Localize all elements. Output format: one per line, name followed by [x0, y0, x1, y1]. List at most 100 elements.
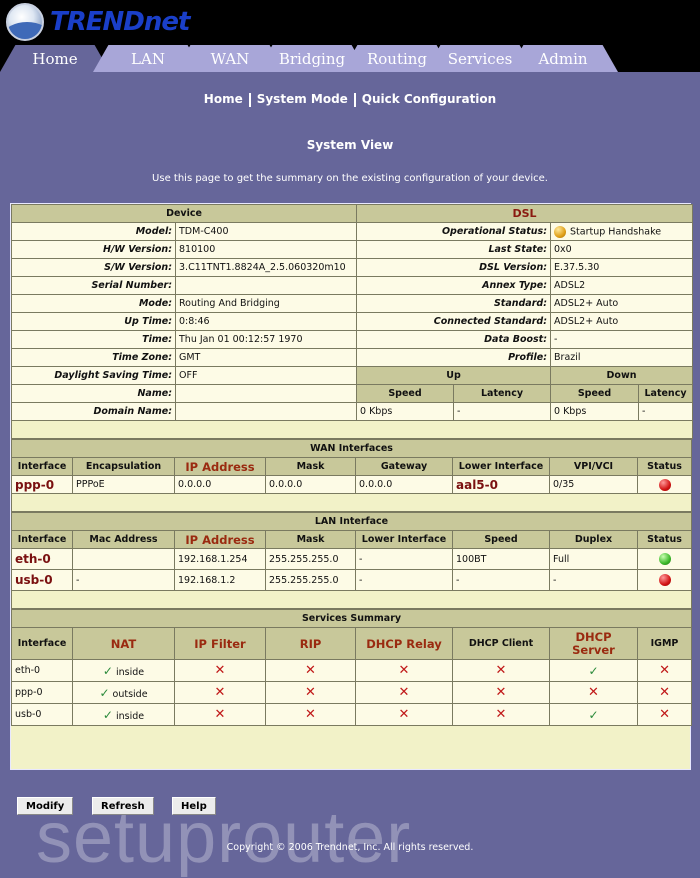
wan-encapsulation: PPPoE — [72, 475, 175, 494]
dsl-header: DSL — [356, 204, 694, 223]
annex-type-label: Annex Type: — [356, 276, 552, 295]
spacer — [10, 420, 694, 439]
check-icon: ✓ — [588, 707, 599, 722]
lan-interface-link[interactable]: usb-0 — [15, 573, 53, 587]
wan-gateway: 0.0.0.0 — [355, 475, 453, 494]
wan-col-status: Status — [636, 457, 693, 476]
svc-col-nat[interactable]: NAT — [72, 627, 175, 660]
check-icon: ✓ — [99, 685, 110, 700]
wan-header: WAN Interfaces — [10, 439, 693, 458]
lan-lower-interface: - — [355, 569, 453, 591]
status-green-icon — [658, 553, 671, 565]
lan-speed: - — [452, 569, 550, 591]
nat-mode: outside — [112, 688, 148, 700]
serial-number-label: Serial Number: — [11, 276, 176, 295]
dsl-version-label: DSL Version: — [356, 258, 552, 277]
table-row: eth-0 ✓ inside ✕ ✕ ✕ ✕ ✓ ✕ — [11, 659, 693, 682]
brand-name: TRENDnet — [50, 7, 190, 37]
subnav-quick-configuration[interactable]: Quick Configuration — [362, 92, 496, 106]
tab-home[interactable]: Home — [0, 45, 110, 72]
lan-mac: - — [72, 569, 175, 591]
lan-ip: 192.168.1.2 — [174, 569, 266, 591]
up-latency-header: Latency — [453, 384, 552, 403]
subnav-separator — [248, 92, 251, 107]
svc-col-igmp: IGMP — [636, 627, 693, 660]
up-time-value: 0:8:46 — [174, 312, 358, 331]
spacer — [11, 590, 692, 609]
sw-version-label: S/W Version: — [11, 258, 176, 277]
svc-col-dhcp-server[interactable]: DHCP Server — [549, 627, 638, 660]
down-speed-header: Speed — [550, 384, 640, 403]
device-header: Device — [10, 204, 358, 223]
up-speed-header: Speed — [356, 384, 455, 403]
wan-lower-interface-link[interactable]: aal5-0 — [456, 478, 498, 492]
tab-admin[interactable]: Admin — [508, 45, 618, 72]
table-row: eth-0 192.168.1.254 255.255.255.0 - 100B… — [11, 548, 692, 570]
modify-button[interactable]: Modify — [17, 797, 74, 815]
main-tabs: Home LAN WAN Bridging Routing Services A… — [0, 45, 700, 72]
cross-icon: ✕ — [214, 685, 226, 700]
wan-interface-link[interactable]: ppp-0 — [15, 478, 54, 492]
lan-duplex: - — [549, 569, 638, 591]
profile-label: Profile: — [356, 348, 552, 367]
lan-mask: 255.255.255.0 — [265, 569, 356, 591]
wan-col-encapsulation: Encapsulation — [72, 457, 175, 476]
cross-icon: ✕ — [659, 685, 670, 700]
services-summary-table: Services Summary Interface NAT IP Filter… — [10, 609, 693, 726]
domain-name-label: Domain Name: — [11, 402, 176, 421]
check-icon: ✓ — [102, 663, 113, 678]
hw-version-value: 810100 — [174, 240, 358, 259]
cross-icon: ✕ — [305, 685, 316, 700]
subnav-system-mode[interactable]: System Mode — [257, 92, 348, 106]
last-state-value: 0x0 — [550, 240, 694, 259]
subnav-home[interactable]: Home — [204, 92, 243, 106]
lan-col-lower-interface: Lower Interface — [355, 530, 453, 549]
sw-version-value: 3.C11TNT1.8824A_2.5.060320m10 — [174, 258, 358, 277]
status-red-icon — [658, 478, 671, 491]
cross-icon: ✕ — [398, 663, 410, 678]
lan-ip: 192.168.1.254 — [174, 548, 266, 570]
mode-value: Routing And Bridging — [174, 294, 358, 313]
nat-mode: inside — [115, 666, 145, 678]
cross-icon: ✕ — [305, 707, 316, 722]
dst-value: OFF — [174, 366, 358, 385]
system-view-panel: Device DSL Model: TDM-C400 Operational S… — [10, 203, 694, 770]
lan-lower-interface: - — [355, 548, 453, 570]
standard-label: Standard: — [356, 294, 552, 313]
lan-col-status: Status — [637, 530, 692, 549]
svc-col-dhcp-relay[interactable]: DHCP Relay — [355, 627, 453, 660]
check-icon: ✓ — [588, 663, 599, 678]
cross-icon: ✕ — [305, 663, 316, 678]
down-latency-header: Latency — [638, 384, 694, 403]
dst-label: Daylight Saving Time: — [11, 366, 176, 385]
wan-col-ip-address[interactable]: IP Address — [174, 457, 266, 476]
top-banner: TRENDnet Home LAN WAN Bridging Routing S… — [0, 0, 700, 72]
lan-col-mask: Mask — [265, 530, 356, 549]
name-value — [174, 384, 358, 403]
cross-icon: ✕ — [495, 663, 507, 678]
svc-col-rip[interactable]: RIP — [265, 627, 356, 660]
page-description: Use this page to get the summary on the … — [152, 173, 548, 184]
svc-col-dhcp-client: DHCP Client — [452, 627, 550, 660]
time-value: Thu Jan 01 00:12:57 1970 — [174, 330, 358, 349]
lan-header: LAN Interface — [11, 512, 692, 531]
svc-interface: eth-0 — [11, 659, 73, 682]
status-amber-icon — [554, 225, 567, 238]
trendnet-globe-icon — [6, 3, 44, 41]
help-button[interactable]: Help — [172, 797, 216, 815]
lan-col-ip-address[interactable]: IP Address — [174, 530, 266, 549]
wan-ip: 0.0.0.0 — [174, 475, 266, 494]
annex-type-value: ADSL2 — [550, 276, 694, 295]
lan-interface-table: LAN Interface Interface Mac Address IP A… — [11, 512, 692, 609]
model-value: TDM-C400 — [174, 222, 358, 241]
copyright-notice: Copyright © 2006 Trendnet, Inc. All righ… — [226, 842, 474, 853]
cross-icon: ✕ — [495, 685, 507, 700]
refresh-button[interactable]: Refresh — [92, 797, 154, 815]
lan-interface-link[interactable]: eth-0 — [15, 552, 51, 566]
cross-icon: ✕ — [398, 685, 410, 700]
dsl-up-header: Up — [356, 366, 552, 385]
brand-logo: TRENDnet — [6, 2, 190, 42]
svc-col-ip-filter[interactable]: IP Filter — [174, 627, 266, 660]
data-boost-value: - — [550, 330, 694, 349]
up-time-label: Up Time: — [11, 312, 176, 331]
